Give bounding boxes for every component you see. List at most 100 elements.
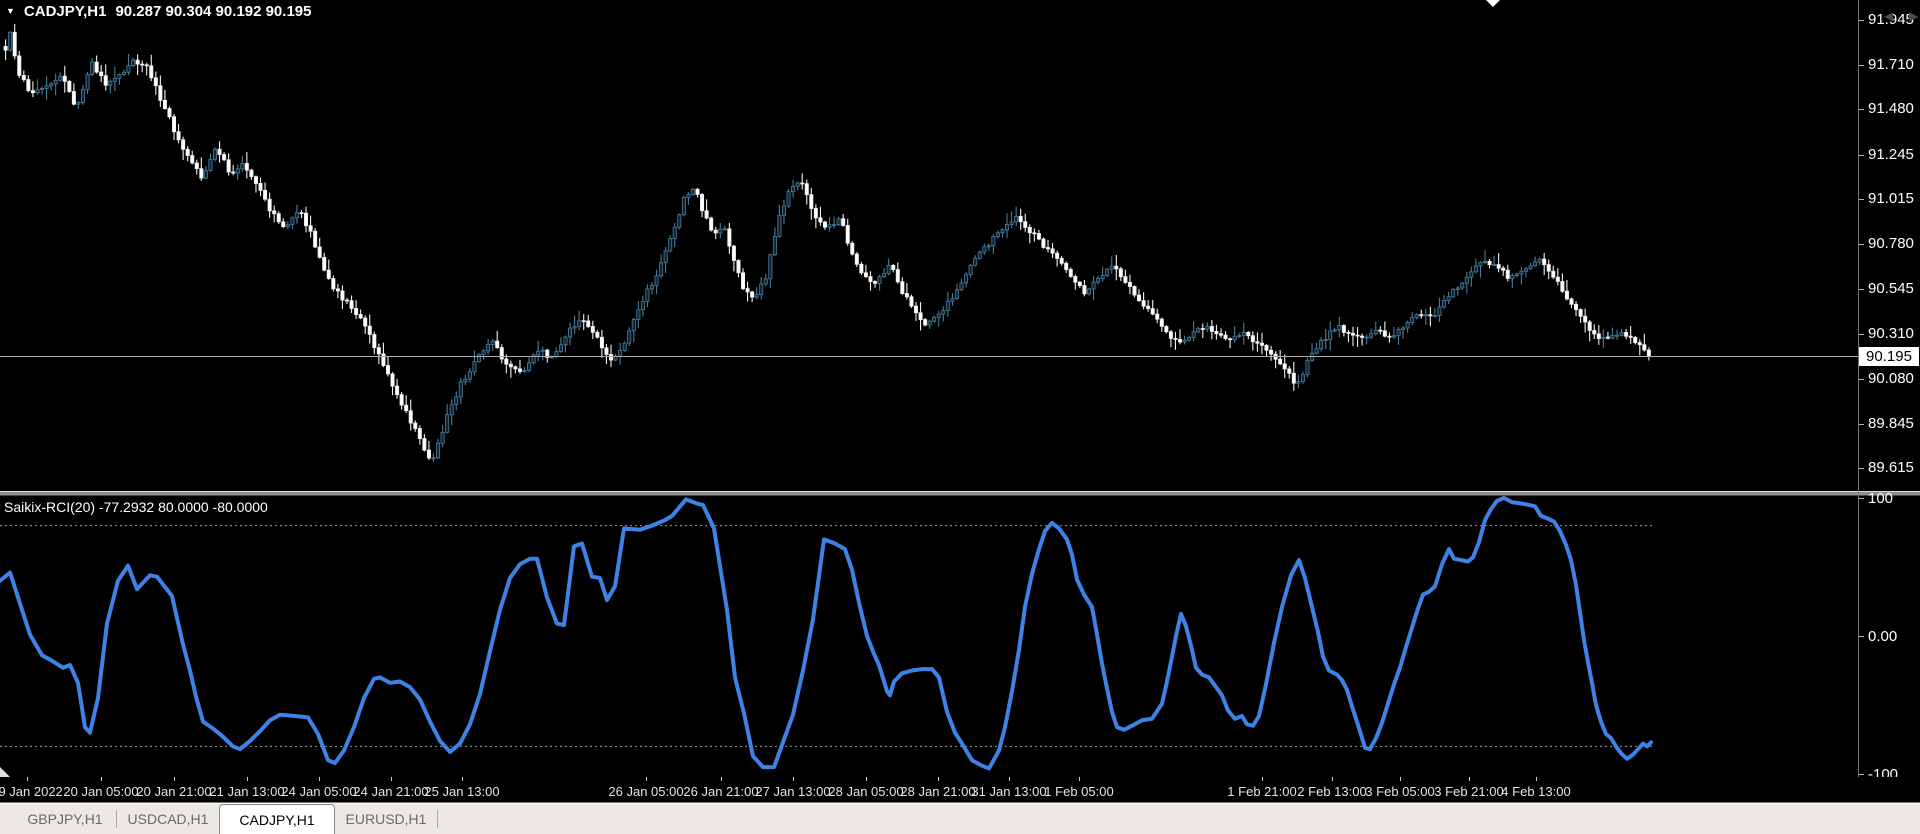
candle-body xyxy=(304,213,307,226)
time-axis-label: 24 Jan 21:00 xyxy=(353,784,428,799)
candle-body xyxy=(773,237,776,255)
candle-body xyxy=(414,423,417,428)
candle-body xyxy=(1283,364,1286,369)
candle-body xyxy=(141,64,144,65)
candle-body xyxy=(1570,299,1573,304)
time-axis-tick xyxy=(462,777,463,781)
candle-body xyxy=(801,183,804,184)
candle-body xyxy=(131,60,134,66)
candle-body xyxy=(177,132,180,140)
candle-body xyxy=(1188,337,1191,340)
candle-body xyxy=(86,74,89,89)
candle-body xyxy=(468,372,471,379)
time-axis-tick xyxy=(721,777,722,781)
candle-body xyxy=(673,227,676,238)
candle-body xyxy=(1529,266,1532,269)
candle-body xyxy=(1306,360,1309,374)
time-axis-label: 24 Jan 05:00 xyxy=(281,784,356,799)
candle-body xyxy=(573,327,576,328)
candle-body xyxy=(582,321,585,322)
candle-body xyxy=(682,197,685,214)
candle-body xyxy=(819,218,822,222)
candle-body xyxy=(1442,300,1445,306)
candle-body xyxy=(159,86,162,101)
candle-body xyxy=(1565,291,1568,299)
price-axis-label: 89.615 xyxy=(1868,459,1914,476)
price-axis[interactable]: 91.94591.71091.48091.24591.01590.78090.5… xyxy=(1858,0,1920,802)
candle-body xyxy=(364,318,367,326)
candle-body xyxy=(1065,263,1068,269)
candle-body xyxy=(737,260,740,272)
candle-body xyxy=(1128,282,1131,286)
tab-scroll-left-icon[interactable]: ◀ xyxy=(1884,8,1893,24)
price-axis-label: 89.845 xyxy=(1868,415,1914,432)
candle-body xyxy=(254,177,257,184)
candle-body xyxy=(619,350,622,356)
candle-body xyxy=(823,222,826,227)
time-axis-label: 21 Jan 13:00 xyxy=(209,784,284,799)
ohlc-values: 90.287 90.304 90.192 90.195 xyxy=(115,3,311,20)
candle-body xyxy=(760,284,763,295)
indicator-panel[interactable] xyxy=(0,496,1858,777)
candle-body xyxy=(892,265,895,269)
candlestick-panel[interactable] xyxy=(0,0,1858,491)
candle-body xyxy=(1060,258,1063,263)
indicator-axis-tick xyxy=(1859,498,1864,499)
candle-body xyxy=(732,246,735,260)
candle-body xyxy=(450,405,453,415)
time-axis[interactable]: 19 Jan 202220 Jan 05:0020 Jan 21:0021 Ja… xyxy=(0,777,1920,802)
candle-body xyxy=(1406,322,1409,328)
candle-body xyxy=(59,76,62,80)
candle-body xyxy=(1024,222,1027,228)
candle-body xyxy=(1483,261,1486,262)
candle-body xyxy=(309,226,312,232)
candle-body xyxy=(1506,270,1509,278)
candle-body xyxy=(1611,335,1614,338)
candle-body xyxy=(1511,276,1514,279)
price-axis-tick xyxy=(1859,244,1864,245)
candle-body xyxy=(1256,342,1259,343)
candle-body xyxy=(1625,332,1628,336)
chart-dropdown-icon[interactable]: ▼ xyxy=(6,4,15,19)
candle-body xyxy=(391,374,394,386)
mt4-chart-window: ▼ CADJPY,H1 90.287 90.304 90.192 90.195 … xyxy=(0,0,1920,834)
candle-body xyxy=(222,155,225,160)
candle-body xyxy=(837,219,840,225)
chart-shift-marker-icon[interactable] xyxy=(1486,0,1500,7)
candle-body xyxy=(1087,289,1090,294)
candle-body xyxy=(136,60,139,64)
candle-body xyxy=(40,89,43,90)
time-axis-tick xyxy=(27,777,28,781)
candle-body xyxy=(1497,265,1500,269)
price-axis-tick xyxy=(1859,468,1864,469)
candle-body xyxy=(1069,269,1072,276)
time-axis-label: 31 Jan 13:00 xyxy=(971,784,1046,799)
tab-usdcad-h1[interactable]: USDCAD,H1 xyxy=(117,803,219,834)
candle-body xyxy=(924,320,927,325)
candle-body xyxy=(1074,277,1077,283)
tab-eurusd-h1[interactable]: EURUSD,H1 xyxy=(335,803,437,834)
tab-cadjpy-h1[interactable]: CADJPY,H1 xyxy=(219,804,335,834)
candle-body xyxy=(955,290,958,299)
candle-body xyxy=(1288,369,1291,373)
price-axis-label: 90.545 xyxy=(1868,280,1914,297)
candle-body xyxy=(31,91,34,93)
candle-body xyxy=(81,90,84,103)
candle-body xyxy=(273,211,276,214)
candle-body xyxy=(427,450,430,458)
time-axis-label: 28 Jan 05:00 xyxy=(828,784,903,799)
tab-gbpjpy-h1[interactable]: GBPJPY,H1 xyxy=(14,803,116,834)
candle-body xyxy=(436,443,439,458)
candle-body xyxy=(509,364,512,367)
candle-body xyxy=(1620,332,1623,335)
chart-header: ▼ CADJPY,H1 90.287 90.304 90.192 90.195 xyxy=(6,3,311,20)
candle-body xyxy=(100,72,103,76)
time-axis-label: 27 Jan 13:00 xyxy=(755,784,830,799)
tab-scroll-right-icon[interactable]: ▶ xyxy=(1909,8,1918,24)
candle-body xyxy=(723,229,726,230)
time-axis-label: 19 Jan 2022 xyxy=(0,784,63,799)
candle-body xyxy=(1338,326,1341,330)
candle-body xyxy=(655,276,658,286)
candle-body xyxy=(27,80,30,91)
candle-body xyxy=(905,294,908,297)
